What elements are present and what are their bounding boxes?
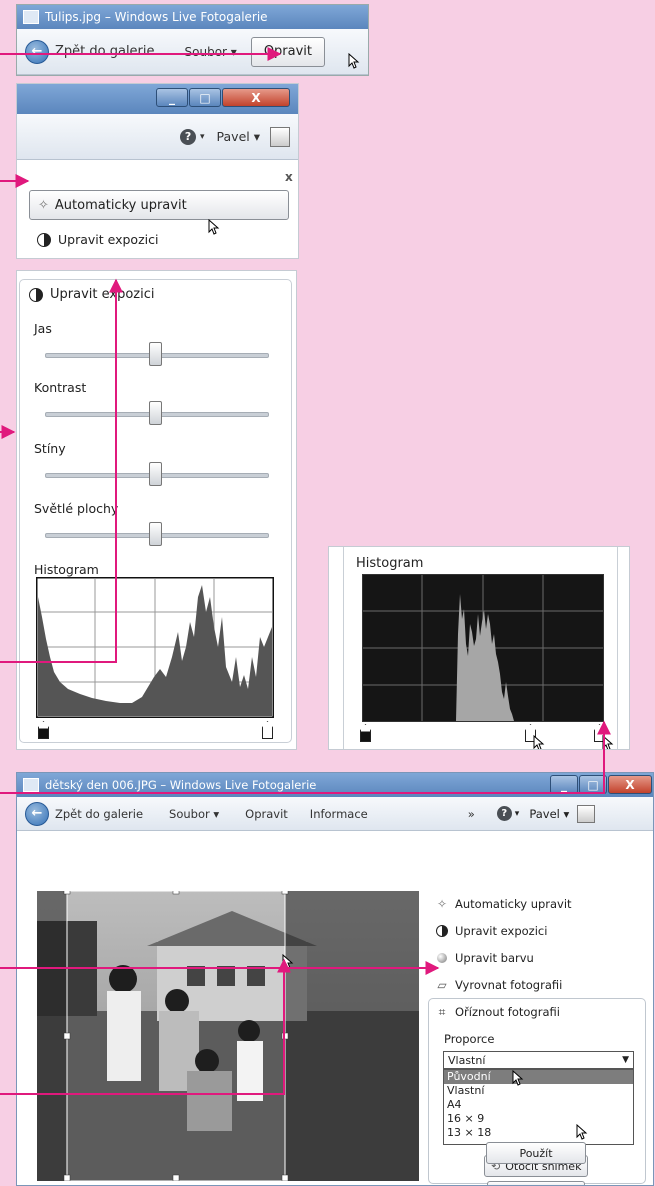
back-arrow-icon[interactable]: ← xyxy=(25,39,49,64)
panel-tulips-window: Tulips.jpg – Windows Live Fotogalerie ← … xyxy=(16,4,369,76)
histogram-frame-left xyxy=(343,547,344,749)
half-circle-icon xyxy=(37,232,51,247)
minimize-button[interactable]: _ xyxy=(550,775,578,794)
toolbar: ← Zpět do galerie Soubor ▾ Opravit xyxy=(17,29,368,75)
fix-menu[interactable]: Opravit xyxy=(245,807,288,821)
close-button[interactable]: X xyxy=(222,88,290,107)
user-menu[interactable]: Pavel ▾ xyxy=(217,129,260,144)
mouse-cursor-icon xyxy=(282,954,294,970)
adjust-exposure-label: Upravit expozici xyxy=(455,924,548,938)
file-menu[interactable]: Soubor ▾ xyxy=(185,45,237,59)
proportion-label: Proporce xyxy=(444,1032,495,1046)
window-title: dětský den 006.JPG – Windows Live Fotoga… xyxy=(45,778,317,792)
back-to-gallery-link[interactable]: Zpět do galerie xyxy=(55,807,143,821)
crop-item[interactable]: ⌗ Oříznout fotografii xyxy=(435,1004,560,1020)
color-ball-icon xyxy=(435,951,449,965)
help-dropdown-icon[interactable]: ▾ xyxy=(200,132,205,142)
toolbar: ? ▾ Pavel ▾ xyxy=(17,114,298,160)
histogram-frame-right xyxy=(617,547,618,749)
magic-wand-icon: ✧ xyxy=(436,897,448,911)
slider-label-brightness: Jas xyxy=(34,321,52,336)
user-menu[interactable]: Pavel ▾ xyxy=(529,807,569,821)
toolbar: ← Zpět do galerie Soubor ▾ Opravit Infor… xyxy=(17,797,653,831)
magic-wand-icon: ✧ xyxy=(38,197,49,213)
maximize-button[interactable]: □ xyxy=(579,775,607,794)
panel-exposure: Upravit expozici Jas Kontrast Stíny Svět… xyxy=(16,270,297,750)
adjust-exposure-label: Upravit expozici xyxy=(58,232,159,247)
slider-label-contrast: Kontrast xyxy=(34,380,87,395)
slider-thumb-highlights[interactable] xyxy=(149,522,162,546)
proportion-option[interactable]: A4 xyxy=(444,1098,633,1112)
dropdown-arrow-icon: ▼ xyxy=(622,1055,629,1065)
slider-label-highlights: Světlé plochy xyxy=(34,501,119,516)
overflow-chevron-icon[interactable]: » xyxy=(468,807,475,821)
mouse-cursor-icon xyxy=(208,219,220,235)
status-icon[interactable] xyxy=(270,126,290,147)
fix-button[interactable]: Opravit xyxy=(250,36,326,67)
straighten-label: Vyrovnat fotografii xyxy=(455,978,563,992)
histogram-label: Histogram xyxy=(356,556,424,571)
maximize-button[interactable]: □ xyxy=(189,88,221,107)
info-menu[interactable]: Informace xyxy=(310,807,368,821)
adjust-exposure-item[interactable]: Upravit expozici xyxy=(435,924,547,938)
help-dropdown-icon[interactable]: ▾ xyxy=(515,809,520,819)
title-bar: Tulips.jpg – Windows Live Fotogalerie xyxy=(17,5,368,29)
file-menu[interactable]: Soubor ▾ xyxy=(169,807,219,821)
histogram-label: Histogram xyxy=(34,562,99,577)
half-circle-icon xyxy=(435,924,449,938)
back-to-gallery-link[interactable]: Zpět do galerie xyxy=(55,44,155,59)
proportion-option[interactable]: 16 × 9 xyxy=(444,1112,633,1126)
proportion-selected-value: Vlastní xyxy=(448,1053,486,1067)
mouse-cursor-icon xyxy=(602,735,614,749)
minimize-button[interactable]: _ xyxy=(156,88,188,107)
apply-button-visible[interactable]: Použít xyxy=(486,1142,586,1164)
straighten-item[interactable]: ▱ Vyrovnat fotografii xyxy=(435,978,562,992)
auto-fix-label: Automaticky upravit xyxy=(455,897,572,911)
proportion-option[interactable]: 13 × 18 xyxy=(444,1126,633,1140)
panel-crop-window: dětský den 006.JPG – Windows Live Fotoga… xyxy=(16,772,654,1186)
adjust-color-item[interactable]: Upravit barvu xyxy=(435,951,534,965)
status-icon[interactable] xyxy=(577,804,596,823)
black-point-handle[interactable] xyxy=(360,724,371,742)
mouse-cursor-icon xyxy=(533,735,545,749)
app-icon xyxy=(23,10,39,24)
photo-preview[interactable] xyxy=(37,891,419,1181)
proportion-option[interactable]: Vlastní xyxy=(444,1084,633,1098)
auto-fix-button[interactable]: ✧ Automaticky upravit xyxy=(29,190,289,220)
crop-icon: ⌗ xyxy=(438,1004,446,1019)
crop-label: Oříznout fotografii xyxy=(455,1005,560,1019)
auto-fix-label: Automaticky upravit xyxy=(54,197,187,213)
histogram-chart xyxy=(36,577,274,718)
help-icon[interactable]: ? xyxy=(180,128,197,145)
straighten-icon: ▱ xyxy=(437,978,447,992)
proportion-select[interactable]: Vlastní ▼ xyxy=(443,1051,634,1069)
close-pane-icon[interactable]: x xyxy=(285,170,293,184)
slider-label-shadows: Stíny xyxy=(34,441,66,456)
apply-button[interactable] xyxy=(487,1181,585,1185)
help-icon[interactable]: ? xyxy=(496,806,512,821)
apply-button-label: Použít xyxy=(519,1146,553,1160)
slider-thumb-contrast[interactable] xyxy=(149,401,162,425)
panel-fix-pane: _ □ X ? ▾ Pavel ▾ x ✧ Automaticky upravi… xyxy=(16,83,299,259)
auto-fix-item[interactable]: ✧ Automaticky upravit xyxy=(435,897,572,911)
panel-histogram-detail: Histogram xyxy=(328,546,630,750)
proportion-option[interactable]: Původní xyxy=(444,1070,633,1084)
adjust-color-label: Upravit barvu xyxy=(455,951,534,965)
window-title: Tulips.jpg – Windows Live Fotogalerie xyxy=(45,10,268,24)
close-button[interactable]: X xyxy=(608,775,652,794)
histogram-chart xyxy=(362,574,604,722)
adjust-exposure-item[interactable]: Upravit expozici xyxy=(37,232,158,247)
app-icon xyxy=(23,778,39,792)
mouse-cursor-icon xyxy=(512,1070,524,1086)
proportion-options-list[interactable]: Původní Vlastní A4 16 × 9 13 × 18 xyxy=(443,1069,634,1145)
slider-thumb-brightness[interactable] xyxy=(149,342,162,366)
mouse-cursor-icon xyxy=(576,1124,588,1140)
slider-thumb-shadows[interactable] xyxy=(149,462,162,486)
back-arrow-icon[interactable]: ← xyxy=(25,801,49,826)
mouse-cursor-icon xyxy=(348,53,360,69)
